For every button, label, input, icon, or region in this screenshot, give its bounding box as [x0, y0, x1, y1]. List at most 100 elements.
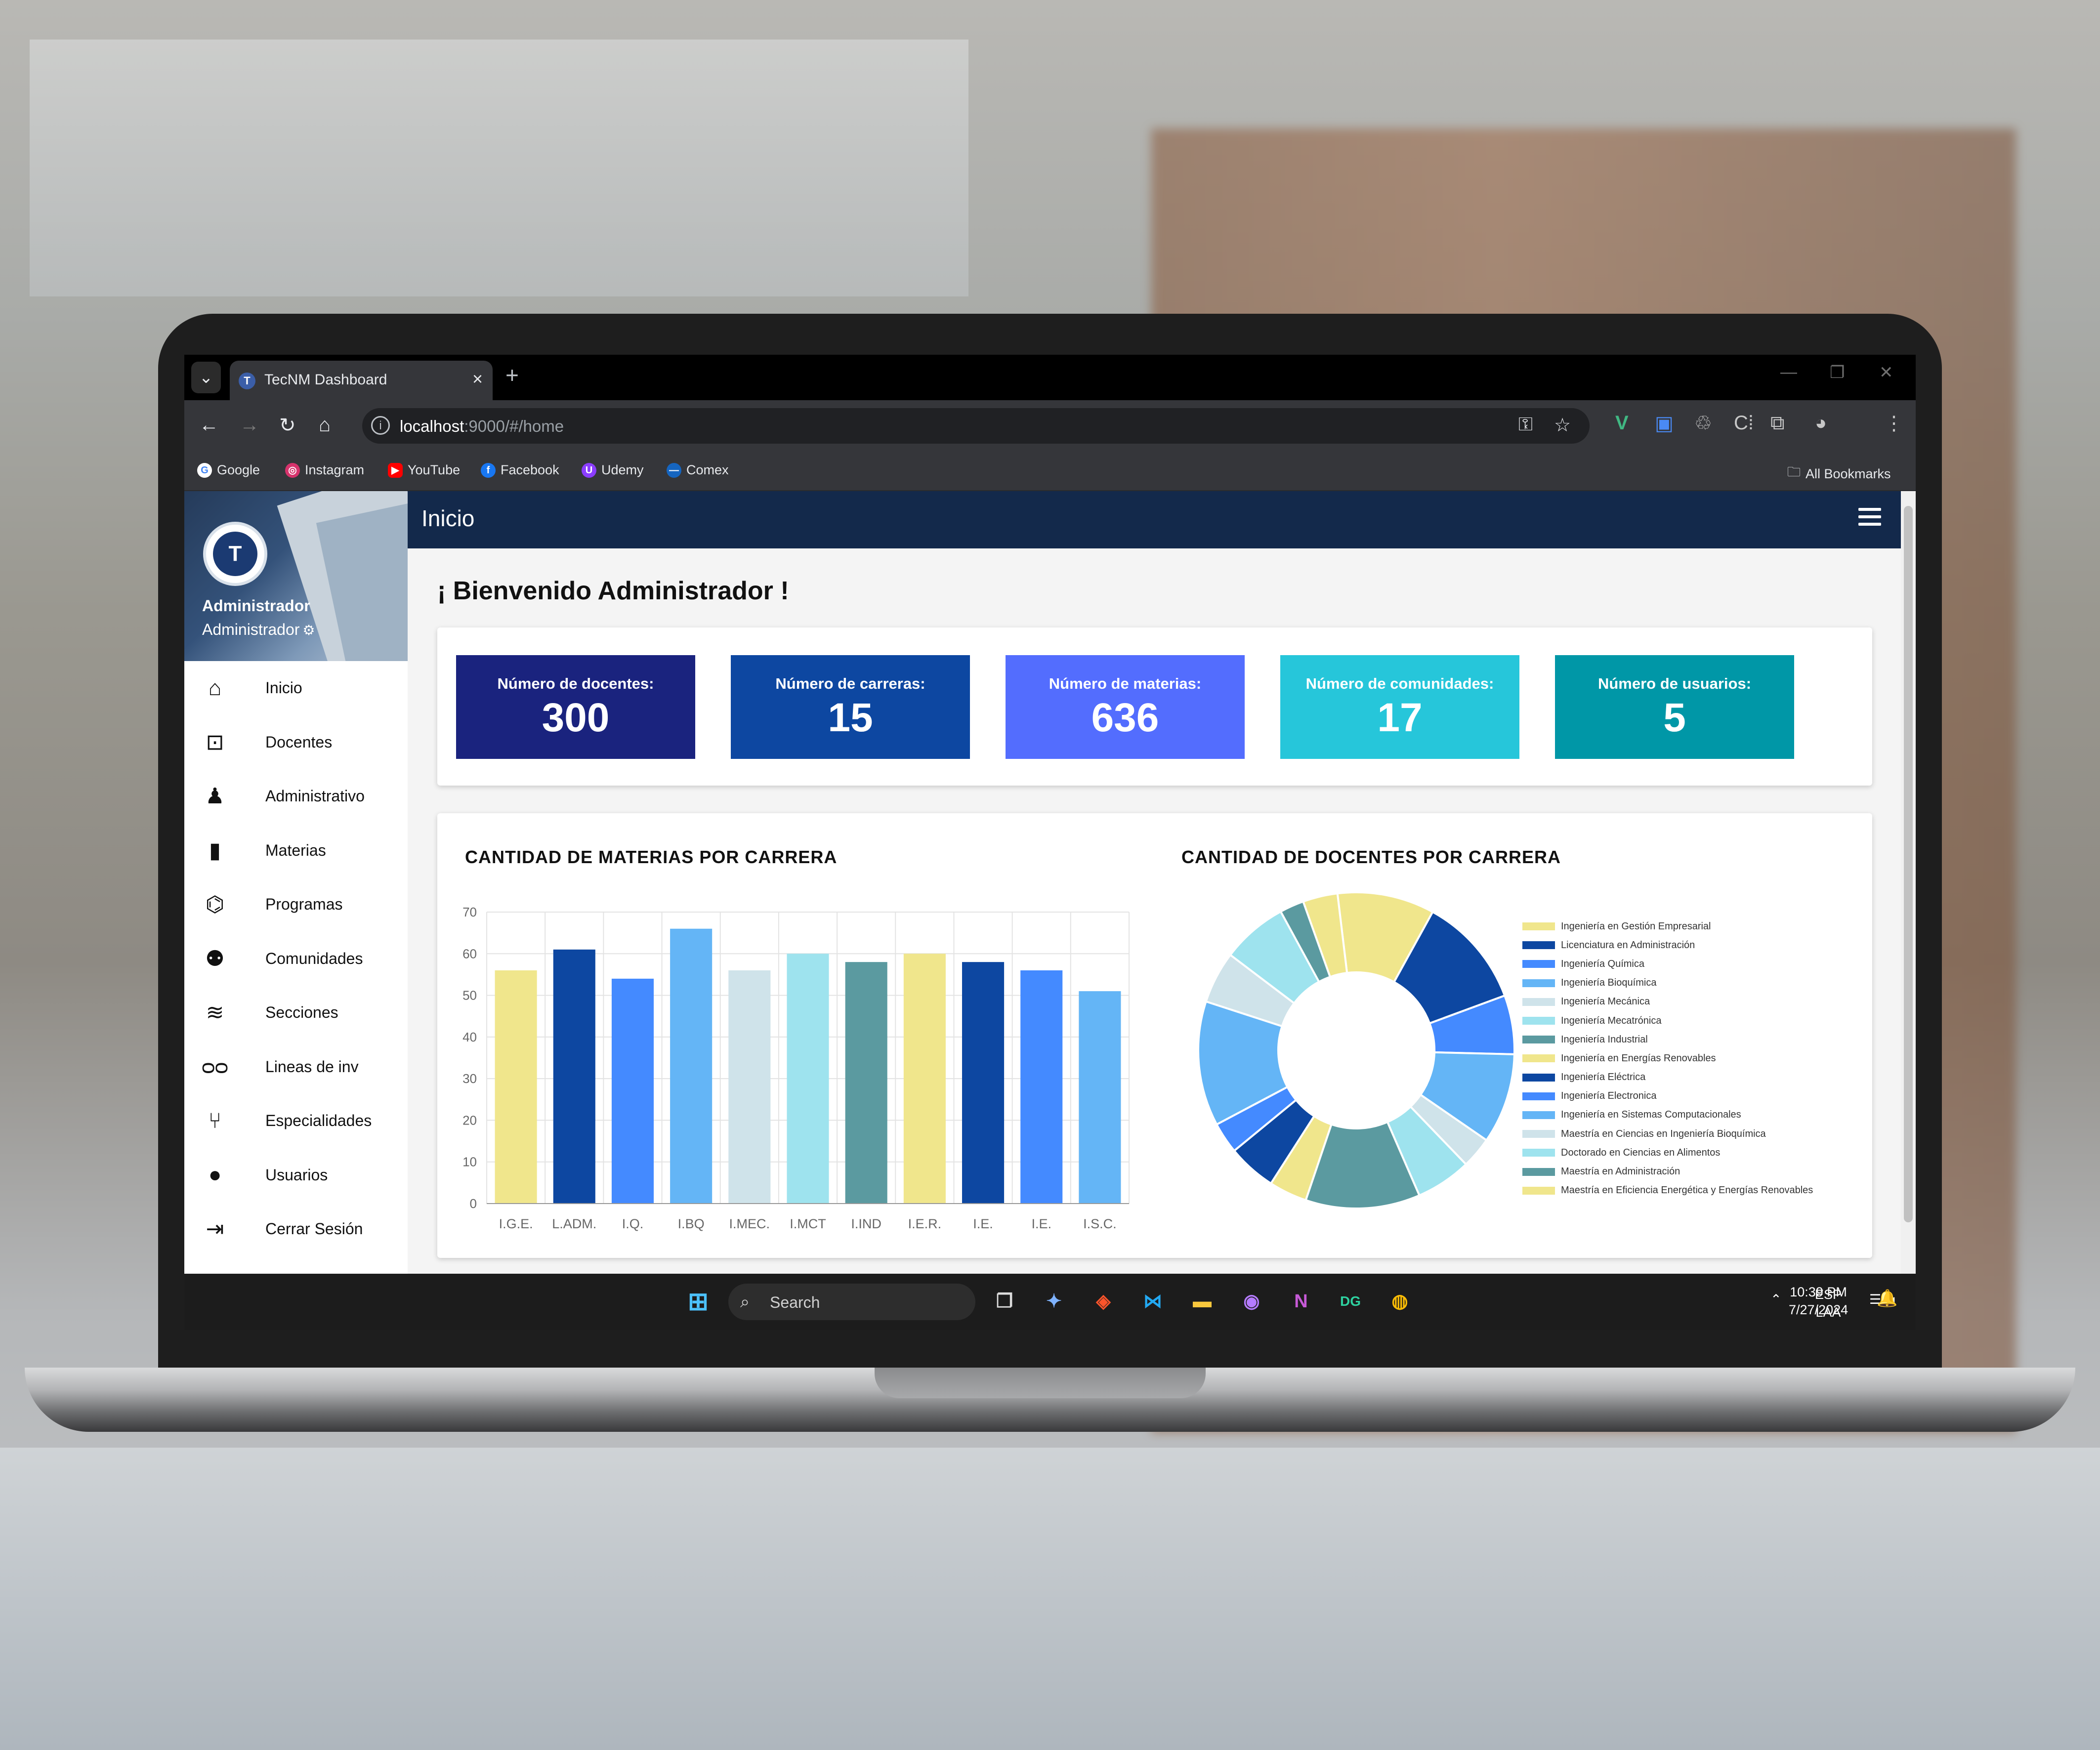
- profile-avatar-icon[interactable]: ◕: [1815, 412, 1827, 434]
- y-tick-label: 50: [462, 988, 477, 1003]
- taskbar-clock[interactable]: 10:39 PM 7/27/2024: [1789, 1283, 1848, 1319]
- tab-close-icon[interactable]: ×: [472, 369, 483, 389]
- stat-card-docentes: Número de docentes: 300: [456, 655, 695, 759]
- legend-item[interactable]: Ingeniería en Energías Renovables: [1522, 1049, 1868, 1068]
- back-icon[interactable]: ←: [199, 414, 219, 436]
- legend-label: Ingeniería Industrial: [1561, 1034, 1648, 1045]
- profile-role[interactable]: Administrador ⚙: [202, 621, 315, 639]
- legend-item[interactable]: Ingeniería Mecánica: [1522, 993, 1868, 1011]
- notification-bell-icon[interactable]: 🔔: [1877, 1289, 1897, 1308]
- bar-1[interactable]: [553, 949, 595, 1204]
- file-explorer-icon[interactable]: ▬: [1187, 1287, 1217, 1316]
- legend-swatch: [1522, 998, 1555, 1006]
- legend-item[interactable]: Maestría en Administración: [1522, 1162, 1868, 1181]
- bookmark-udemy[interactable]: U Udemy: [582, 462, 644, 478]
- bar-0[interactable]: [495, 970, 537, 1204]
- sidebar-item-comunidades[interactable]: ⚉ Comunidades: [184, 932, 408, 986]
- bar-7[interactable]: [903, 954, 946, 1204]
- bookmark-google[interactable]: G Google: [197, 462, 260, 478]
- admin-icon: ♟: [205, 784, 225, 809]
- password-key-icon[interactable]: ⚿: [1518, 414, 1533, 435]
- bookmark-youtube[interactable]: ▶ YouTube: [388, 462, 460, 478]
- bookmark-star-icon[interactable]: ☆: [1554, 414, 1571, 436]
- legend-item[interactable]: Ingeniería Mecatrónica: [1522, 1011, 1868, 1030]
- legend-item[interactable]: Doctorado en Ciencias en Alimentos: [1522, 1143, 1868, 1162]
- sidebar-item-docentes[interactable]: ⊡ Docentes: [184, 715, 408, 770]
- welcome-heading: ¡ Bienvenido Administrador !: [437, 577, 789, 605]
- sidebar-item-especialidades[interactable]: ⑂ Especialidades: [184, 1094, 408, 1148]
- start-windows-icon[interactable]: ⊞: [683, 1287, 713, 1316]
- close-window-icon[interactable]: ✕: [1879, 363, 1893, 382]
- legend-label: Ingeniería Eléctrica: [1561, 1072, 1646, 1083]
- bar-5[interactable]: [787, 954, 829, 1204]
- show-hidden-icons[interactable]: ⌃: [1770, 1291, 1782, 1308]
- task-view-icon[interactable]: ❐: [990, 1287, 1019, 1316]
- logout-icon: ⇥: [206, 1217, 224, 1242]
- onenote-icon[interactable]: N: [1286, 1287, 1316, 1316]
- gear-icon[interactable]: ⚙: [302, 623, 315, 638]
- bar-6[interactable]: [845, 962, 887, 1204]
- browser-tab[interactable]: T TecNM Dashboard ×: [230, 361, 493, 400]
- all-bookmarks-button[interactable]: 🗀 All Bookmarks: [1787, 462, 1891, 485]
- legend-item[interactable]: Ingeniería Industrial: [1522, 1030, 1868, 1049]
- sidebar-item-programas[interactable]: ⌬ Programas: [184, 877, 408, 932]
- translate-icon[interactable]: ▣: [1655, 412, 1674, 435]
- sidebar-item-inicio[interactable]: ⌂ Inicio: [184, 661, 408, 715]
- top-header: Inicio: [408, 491, 1901, 548]
- vue-devtools-icon[interactable]: V: [1615, 412, 1629, 434]
- extensions-puzzle-icon[interactable]: ⧉: [1770, 412, 1785, 434]
- forward-icon[interactable]: →: [240, 414, 259, 436]
- hamburger-menu-icon[interactable]: [1858, 508, 1881, 530]
- sidebar-item-cerrar-sesión[interactable]: ⇥ Cerrar Sesión: [184, 1202, 408, 1256]
- sidebar-item-label: Usuarios: [265, 1166, 328, 1184]
- restore-icon[interactable]: ❐: [1830, 363, 1845, 382]
- bar-4[interactable]: [728, 970, 771, 1204]
- github-desktop-icon[interactable]: ◉: [1237, 1287, 1266, 1316]
- chrome-taskbar-icon[interactable]: ◍: [1385, 1287, 1415, 1316]
- legend-item[interactable]: Ingeniería Química: [1522, 955, 1868, 973]
- bookmark-comex[interactable]: — Comex: [667, 462, 729, 478]
- taskbar-search[interactable]: ⌕ Search: [728, 1284, 975, 1320]
- bar-2[interactable]: [611, 978, 654, 1204]
- bookmark-instagram[interactable]: ◎ Instagram: [285, 462, 364, 478]
- sidebar-item-materias[interactable]: ▮ Materias: [184, 824, 408, 878]
- css-extension-icon[interactable]: C⁞: [1734, 412, 1754, 434]
- legend-item[interactable]: Ingeniería en Gestión Empresarial: [1522, 917, 1868, 936]
- datagrip-icon[interactable]: DG: [1336, 1287, 1365, 1316]
- site-info-icon[interactable]: i: [371, 416, 390, 435]
- legend-item[interactable]: Ingeniería Eléctrica: [1522, 1068, 1868, 1087]
- chrome-menu-icon[interactable]: ⋮: [1884, 412, 1904, 435]
- new-tab-button[interactable]: +: [505, 362, 519, 388]
- legend-item[interactable]: Ingeniería Electronica: [1522, 1087, 1868, 1106]
- bookmark-facebook[interactable]: f Facebook: [481, 462, 559, 478]
- legend-label: Ingeniería Mecánica: [1561, 996, 1650, 1007]
- legend-item[interactable]: Ingeniería en Sistemas Computacionales: [1522, 1106, 1868, 1125]
- legend-swatch: [1522, 1186, 1555, 1195]
- recycle-extension-icon[interactable]: ♲: [1694, 412, 1712, 435]
- home-button-icon[interactable]: ⌂: [319, 414, 331, 436]
- vscode-icon[interactable]: ⋈: [1138, 1287, 1168, 1316]
- bar-3[interactable]: [670, 928, 713, 1204]
- copilot-icon[interactable]: ✦: [1039, 1287, 1069, 1316]
- legend-item[interactable]: Maestría en Ciencias en Ingeniería Bioqu…: [1522, 1125, 1868, 1143]
- reload-icon[interactable]: ↻: [279, 414, 296, 437]
- sidebar-item-lineas-de-inv[interactable]: ᴑᴑ Lineas de inv: [184, 1040, 408, 1094]
- legend-item[interactable]: Ingeniería Bioquímica: [1522, 974, 1868, 993]
- sidebar-item-label: Comunidades: [265, 949, 363, 967]
- page-scrollbar[interactable]: [1901, 491, 1916, 1274]
- legend-item[interactable]: Licenciatura en Administración: [1522, 936, 1868, 955]
- address-bar[interactable]: i localhost:9000/#/home ⚿ ☆: [362, 408, 1590, 444]
- sidebar-item-usuarios[interactable]: ● Usuarios: [184, 1148, 408, 1203]
- legend-item[interactable]: Maestría en Eficiencia Energética y Ener…: [1522, 1181, 1868, 1200]
- bar-8[interactable]: [962, 962, 1005, 1204]
- bar-9[interactable]: [1020, 970, 1063, 1204]
- legend-label: Ingeniería Mecatrónica: [1561, 1015, 1662, 1026]
- legend-swatch: [1522, 1017, 1555, 1025]
- sidebar-item-administrativo[interactable]: ♟ Administrativo: [184, 769, 408, 824]
- user-icon: ●: [208, 1163, 222, 1187]
- brave-icon[interactable]: ◈: [1089, 1287, 1118, 1316]
- minimize-icon[interactable]: —: [1780, 363, 1797, 382]
- sidebar-item-secciones[interactable]: ≋ Secciones: [184, 986, 408, 1040]
- bar-10[interactable]: [1079, 991, 1121, 1204]
- tab-search-button[interactable]: ⌄: [191, 362, 221, 393]
